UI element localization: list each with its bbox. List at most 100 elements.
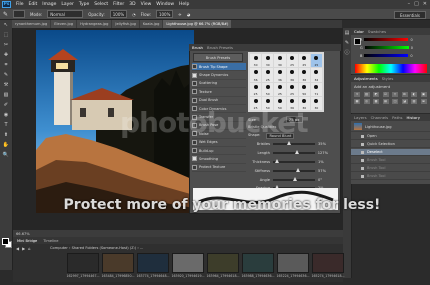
adjustment-icon[interactable]: ⊞ bbox=[420, 99, 427, 104]
brush-tip[interactable]: 30 bbox=[274, 54, 286, 68]
brush-tip[interactable]: 30 bbox=[262, 54, 274, 68]
history-state[interactable]: Open bbox=[351, 133, 430, 140]
menu-item-3d[interactable]: 3D bbox=[129, 2, 135, 7]
workspace-switcher[interactable]: Essentials bbox=[394, 11, 426, 19]
brush-tip[interactable]: 50 bbox=[262, 82, 274, 96]
tool-icon[interactable]: ✂ bbox=[2, 42, 10, 49]
slider-track[interactable] bbox=[273, 168, 315, 172]
mode-select[interactable]: Normal bbox=[47, 10, 84, 18]
minibridge-thumbnail[interactable]: 165224_17994636... bbox=[276, 253, 310, 281]
slider-track[interactable] bbox=[273, 141, 315, 145]
adjustment-icon[interactable]: ▣ bbox=[420, 92, 427, 97]
maximize-icon[interactable]: □ bbox=[414, 1, 419, 7]
menu-item-filter[interactable]: Filter bbox=[113, 2, 124, 7]
adjustment-icon[interactable]: ☼ bbox=[354, 92, 360, 97]
close-icon[interactable]: ✕ bbox=[423, 1, 427, 7]
brush-tip[interactable]: 36 bbox=[286, 68, 298, 82]
tool-icon[interactable]: 🔍 bbox=[2, 152, 10, 159]
brush-tip[interactable]: 71 bbox=[310, 82, 322, 96]
back-icon[interactable]: ◀ bbox=[16, 246, 19, 251]
brush-panel-icon[interactable]: ✎ bbox=[343, 40, 351, 47]
brush-size-picker[interactable] bbox=[13, 10, 26, 18]
brush-presets-button[interactable]: Brush Presets bbox=[193, 53, 243, 62]
adjustment-icon[interactable]: ◫ bbox=[392, 99, 398, 104]
color-channel-slider[interactable] bbox=[364, 38, 409, 41]
menu-item-help[interactable]: Help bbox=[179, 2, 189, 7]
slider-track[interactable] bbox=[273, 177, 315, 181]
tool-icon[interactable]: T bbox=[2, 122, 10, 129]
tool-icon[interactable]: ↖ bbox=[2, 22, 10, 29]
adjustment-icon[interactable]: ▦ bbox=[354, 99, 360, 104]
minibridge-thumbnail[interactable]: 163964_17994618... bbox=[206, 253, 240, 281]
slider-track[interactable] bbox=[273, 159, 315, 163]
slider-value[interactable]: 57% bbox=[318, 169, 326, 173]
menu-item-window[interactable]: Window bbox=[156, 2, 174, 7]
brush-option-checkbox[interactable] bbox=[192, 64, 197, 70]
minibridge-thumbnail[interactable]: 163920_17994619... bbox=[171, 253, 205, 281]
history-state[interactable]: Brush Tool bbox=[351, 173, 430, 180]
menu-item-view[interactable]: View bbox=[141, 2, 152, 7]
tab-paths[interactable]: Paths bbox=[392, 115, 402, 120]
adjustment-icon[interactable]: ▨ bbox=[411, 99, 417, 104]
brush-option-row[interactable]: Shape Dynamics bbox=[192, 71, 246, 80]
brush-option-row[interactable]: Smoothing bbox=[192, 155, 246, 164]
document-tab[interactable]: rynanthemum.jpg bbox=[12, 20, 51, 28]
brush-option-checkbox[interactable] bbox=[192, 156, 197, 162]
slider-knob[interactable] bbox=[295, 168, 300, 172]
brush-option-checkbox[interactable] bbox=[192, 148, 197, 154]
tab-adjustments[interactable]: Adjustments bbox=[354, 76, 378, 81]
brush-tip[interactable]: 50 bbox=[298, 82, 310, 96]
document-tab[interactable]: Koala.jpg bbox=[139, 20, 163, 28]
brush-tip[interactable]: 25 bbox=[286, 54, 298, 68]
brush-option-checkbox[interactable] bbox=[192, 164, 197, 170]
brush-option-checkbox[interactable] bbox=[192, 139, 197, 145]
opacity-field[interactable]: 100% bbox=[109, 10, 128, 18]
slider-value[interactable]: 1% bbox=[318, 160, 324, 164]
minimize-icon[interactable]: – bbox=[408, 1, 411, 7]
adjustment-icon[interactable]: ▤ bbox=[382, 99, 389, 104]
history-state[interactable]: Deselect bbox=[351, 149, 430, 156]
tab-channels[interactable]: Channels bbox=[371, 115, 389, 120]
minibridge-thumbnail[interactable]: 163774_17994648... bbox=[136, 253, 170, 281]
tab-brush[interactable]: Brush bbox=[192, 45, 203, 50]
color-channel-value[interactable]: 0 bbox=[410, 54, 412, 58]
brush-tip[interactable]: 25 bbox=[310, 54, 322, 68]
document-tab[interactable]: Jellyfish.jpg bbox=[112, 20, 139, 28]
tool-icon[interactable]: ✐ bbox=[2, 102, 10, 109]
brush-tip[interactable]: 36 bbox=[250, 68, 262, 82]
brush-option-row[interactable]: Build-up bbox=[192, 147, 246, 156]
tool-icon[interactable]: ✎ bbox=[2, 72, 10, 79]
tab-layers[interactable]: Layers bbox=[354, 115, 367, 120]
adjustment-icon[interactable]: ◐ bbox=[411, 92, 417, 97]
slider-value[interactable]: 0° bbox=[318, 178, 322, 182]
brush-tip[interactable]: 25 bbox=[274, 82, 286, 96]
brush-tip[interactable]: 25 bbox=[262, 68, 274, 82]
tab-styles[interactable]: Styles bbox=[382, 76, 394, 81]
minibridge-thumbnail[interactable]: 165274_17994618... bbox=[311, 253, 345, 281]
history-state[interactable]: Quick Selection bbox=[351, 141, 430, 148]
color-channel-value[interactable]: 0 bbox=[410, 38, 412, 42]
adjustment-icon[interactable]: ▩ bbox=[373, 99, 379, 104]
brush-option-checkbox[interactable] bbox=[192, 97, 197, 103]
color-channel-value[interactable]: 0 bbox=[411, 46, 413, 50]
tab-brush-presets[interactable]: Brush Presets bbox=[207, 45, 233, 50]
slider-value[interactable]: 127% bbox=[318, 151, 328, 155]
home-icon[interactable]: ⌂ bbox=[28, 246, 31, 251]
tool-icon[interactable]: ✋ bbox=[2, 142, 10, 149]
adjustment-icon[interactable]: ⚖ bbox=[401, 92, 408, 97]
document-tab[interactable]: Hydrangeas.jpg bbox=[77, 20, 112, 28]
tab-color[interactable]: Color bbox=[354, 29, 364, 34]
history-state[interactable]: Brush Tool bbox=[351, 157, 430, 164]
history-icon[interactable]: ▤ bbox=[343, 30, 351, 37]
adjustment-icon[interactable]: ☑ bbox=[382, 92, 389, 97]
brush-tip[interactable]: 25 bbox=[286, 82, 298, 96]
minibridge-thumbnail[interactable]: 163484_17996850... bbox=[101, 253, 135, 281]
tool-icon[interactable]: ⬆ bbox=[2, 132, 10, 139]
tab-timeline[interactable]: Timeline bbox=[43, 239, 58, 243]
menu-item-type[interactable]: Type bbox=[79, 2, 89, 7]
menu-item-file[interactable]: File bbox=[16, 2, 24, 7]
slider-knob[interactable] bbox=[294, 150, 299, 154]
brush-tip[interactable]: 36 bbox=[298, 68, 310, 82]
minibridge-path[interactable]: Computer › Shared Folders (Someone-Host)… bbox=[50, 246, 143, 250]
adjustment-icon[interactable]: ◎ bbox=[363, 99, 370, 104]
